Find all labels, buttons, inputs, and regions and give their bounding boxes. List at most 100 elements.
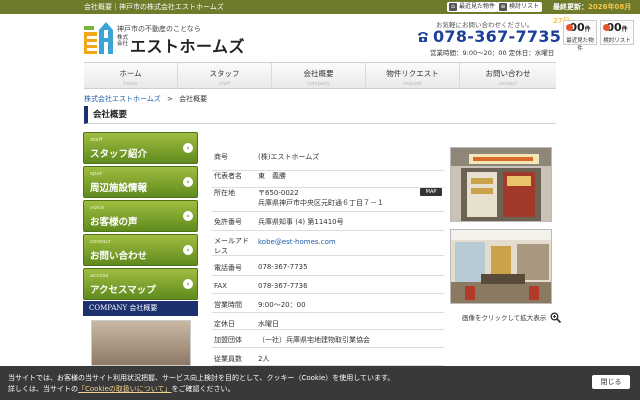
- side-menu-voice-sub: voice: [90, 205, 105, 211]
- cookie-banner: 当サイトでは、お客様の当サイト利用状況把握、サービス向上検討を目的として、クッキ…: [0, 366, 640, 400]
- cookie-line-2-post: をご確認ください。: [171, 385, 235, 393]
- row-key: FAX: [214, 282, 227, 290]
- nav-company[interactable]: 会社概要 company: [272, 63, 366, 88]
- row-key: 加盟団体: [214, 336, 242, 344]
- chevron-right-icon: ›: [183, 143, 193, 153]
- nav-request-sub: request: [402, 81, 422, 87]
- nav-contact[interactable]: お問い合わせ contact: [460, 63, 556, 88]
- recent-counter-dot: [566, 24, 573, 31]
- table-row: 営業時間 9:00～20：00: [212, 294, 444, 313]
- nav-company-label: 会社概要: [303, 69, 334, 78]
- table-row: 免許番号 兵庫県知事 (4) 第11410号: [212, 212, 444, 231]
- row-value: 〒650-0022: [258, 189, 299, 197]
- cookie-close-button[interactable]: 閉じる: [592, 375, 630, 389]
- side-menu-spot[interactable]: spot 周辺施設情報 ›: [83, 166, 198, 198]
- cookie-line-1: 当サイトでは、お客様の当サイト利用状況把握、サービス向上検討を目的として、クッキ…: [8, 374, 395, 382]
- side-menu-spot-sub: spot: [90, 171, 102, 177]
- recent-counter[interactable]: 00件 最近見た物件: [563, 20, 597, 52]
- cookie-line-2: 詳しくは、当サイトの「Cookieの取扱いについて」をご確認ください。: [8, 384, 394, 395]
- row-value: 水曜日: [258, 320, 279, 328]
- page-title: 会社概要: [84, 106, 556, 124]
- table-row: 加盟団体 （一社）兵庫県宅地建物取引業協会: [212, 330, 444, 348]
- side-menu-contact-sub: contact: [90, 239, 111, 245]
- saved-counter[interactable]: 00件 検討リスト: [600, 20, 634, 45]
- photo-caption-text: 画像をクリックして拡大表示: [462, 314, 547, 322]
- nav-home-sub: home: [123, 81, 138, 87]
- logo-kk: 株式会社: [117, 35, 129, 47]
- row-key: 電話番号: [214, 264, 242, 272]
- nav-company-sub: company: [306, 81, 331, 87]
- saved-count-unit: 件: [621, 26, 628, 33]
- history-icon: ⌂: [449, 3, 457, 11]
- side-menu-spot-label: 周辺施設情報: [90, 183, 148, 194]
- row-key: 定休日: [214, 320, 235, 328]
- table-row: 商号 (株)エストホームズ: [212, 152, 444, 171]
- row-value: (株)エストホームズ: [258, 153, 320, 161]
- side-menu-access[interactable]: access アクセスマップ ›: [83, 268, 198, 300]
- logo-name[interactable]: エストホームズ: [130, 33, 245, 57]
- cookie-policy-link[interactable]: 「Cookieの取扱いについて」: [78, 385, 172, 393]
- side-menu-voice-label: お客様の声: [90, 217, 138, 228]
- global-nav: ホーム home スタッフ staff 会社概要 company 物件リクエスト req…: [84, 62, 556, 89]
- company-building-image[interactable]: [91, 320, 191, 366]
- storefront-photo[interactable]: [450, 147, 552, 222]
- chevron-right-icon: ›: [183, 211, 193, 221]
- storefront-illustration: [451, 148, 551, 221]
- row-key: 免許番号: [214, 218, 242, 226]
- side-menu-access-label: アクセスマップ: [90, 285, 156, 296]
- photo-caption[interactable]: 画像をクリックして拡大表示: [462, 312, 562, 324]
- saved-list-label: 検討リスト: [509, 3, 540, 10]
- business-hours: 営業時間：9:00～20：00 定休日：水曜日: [430, 49, 555, 57]
- phone-number[interactable]: 078-367-7735: [416, 27, 561, 46]
- table-row: 所在地 〒650-0022 兵庫県神戸市中央区元町通６丁目７－１ MAP: [212, 188, 444, 212]
- row-value: 2人: [258, 355, 270, 363]
- map-button-label: MAP: [425, 189, 437, 195]
- chevron-right-icon: ›: [183, 245, 193, 255]
- table-row: メールアドレス kobe@est-homes.com: [212, 231, 444, 256]
- nav-contact-sub: contact: [498, 81, 518, 87]
- side-menu-contact[interactable]: contact お問い合わせ ›: [83, 234, 198, 266]
- table-row: 従業員数 2人: [212, 348, 444, 366]
- nav-home[interactable]: ホーム home: [84, 63, 178, 88]
- row-value-address: 兵庫県神戸市中央区元町通６丁目７－１: [258, 199, 384, 207]
- chevron-right-icon: ›: [183, 177, 193, 187]
- cookie-line-2-pre: 詳しくは、当サイトの: [8, 385, 78, 393]
- nav-staff[interactable]: スタッフ staff: [178, 63, 272, 88]
- chevron-right-icon: ›: [183, 279, 193, 289]
- recent-properties-button[interactable]: ⌂ 最近見た物件: [447, 2, 499, 12]
- phone-number-text: 078-367-7735: [433, 27, 562, 46]
- side-menu-staff[interactable]: staff スタッフ紹介 ›: [83, 132, 198, 164]
- row-key: 従業員数: [214, 355, 242, 363]
- row-value: 兵庫県知事 (4) 第11410号: [258, 218, 344, 226]
- nav-contact-label: お問い合わせ: [485, 69, 531, 78]
- breadcrumb-current: 会社概要: [179, 95, 208, 103]
- breadcrumb: 株式会社エストホームズ > 会社概要: [84, 94, 207, 104]
- logo-icon[interactable]: [84, 22, 114, 54]
- side-menu-voice[interactable]: voice お客様の声 ›: [83, 200, 198, 232]
- side-menu-contact-label: お問い合わせ: [90, 251, 148, 262]
- nav-staff-sub: staff: [218, 81, 231, 87]
- row-key: 所在地: [214, 189, 235, 197]
- zoom-icon: [550, 312, 562, 324]
- nav-staff-label: スタッフ: [209, 69, 240, 78]
- recent-counter-label: 最近見た物件: [566, 38, 594, 52]
- site-tagline: 会社概要｜神戸市の株式会社エストホームズ: [84, 3, 224, 11]
- row-value: 東 義勝: [258, 172, 286, 180]
- saved-list-button[interactable]: ≡ 検討リスト: [497, 2, 543, 12]
- breadcrumb-sep: >: [167, 95, 173, 103]
- side-menu-access-sub: access: [90, 273, 109, 279]
- table-row: 電話番号 078-367-7735: [212, 256, 444, 276]
- recent-properties-label: 最近見た物件: [459, 3, 496, 10]
- email-link[interactable]: kobe@est-homes.com: [258, 238, 336, 246]
- row-value: 078-367-7736: [258, 282, 308, 290]
- company-box-header: COMPANY 会社概要: [83, 301, 198, 316]
- breadcrumb-home[interactable]: 株式会社エストホームズ: [84, 95, 161, 103]
- nav-request[interactable]: 物件リクエスト request: [366, 63, 460, 88]
- list-icon: ≡: [499, 3, 507, 11]
- row-key: 商号: [214, 153, 228, 161]
- table-row: 代表者名 東 義勝: [212, 171, 444, 188]
- office-photo[interactable]: [450, 229, 552, 304]
- row-value: 9:00～20：00: [258, 301, 306, 309]
- map-button[interactable]: MAP: [420, 188, 442, 196]
- top-bar: 会社概要｜神戸市の株式会社エストホームズ ⌂ 最近見た物件 ≡ 検討リスト 最終更新…: [0, 0, 640, 25]
